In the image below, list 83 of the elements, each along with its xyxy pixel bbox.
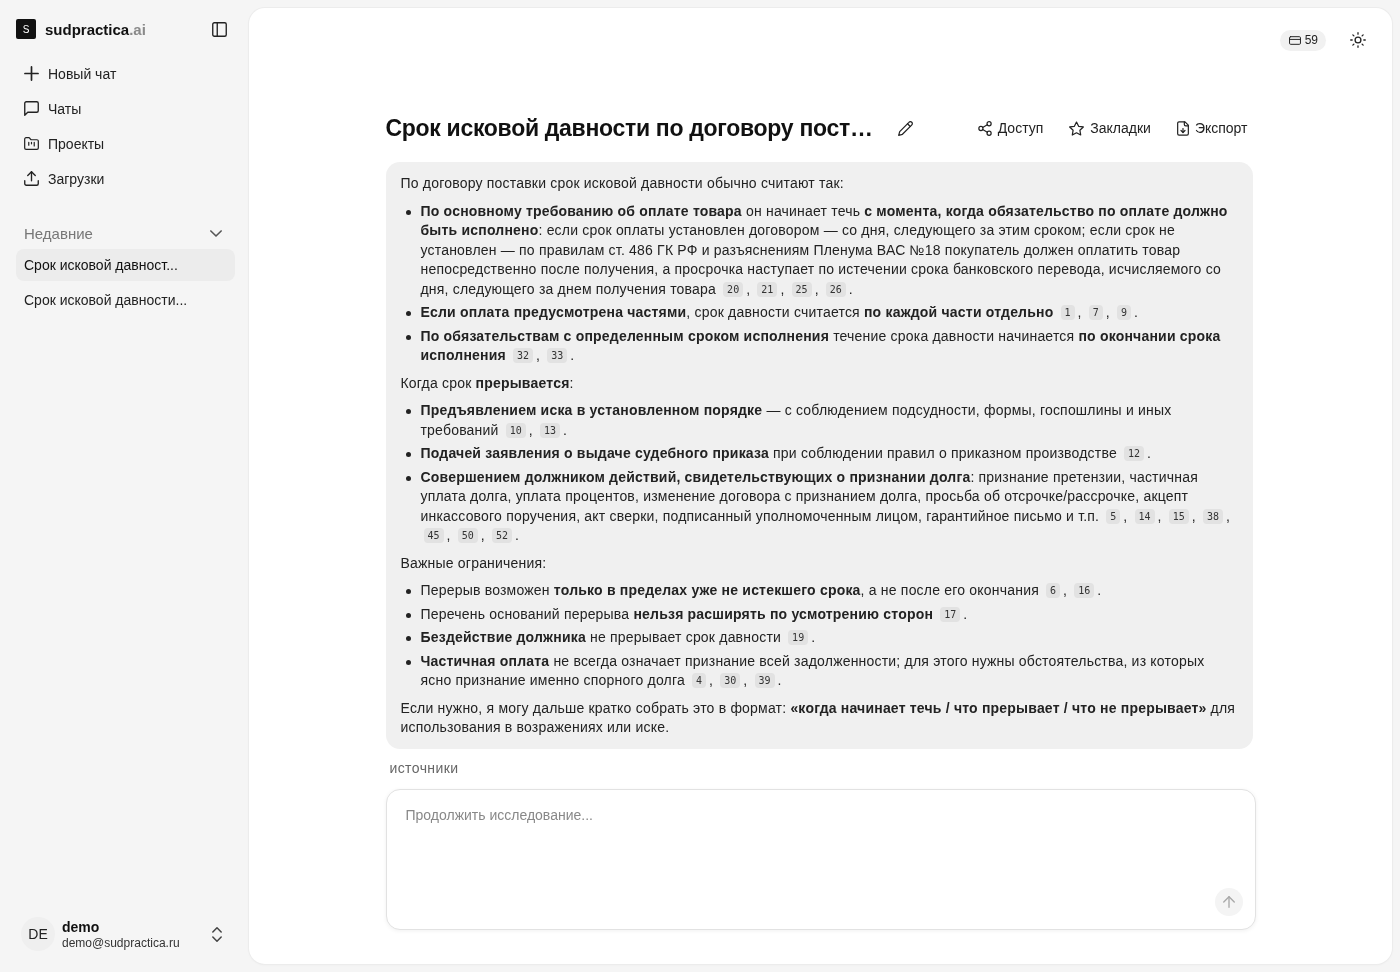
citation-link[interactable]: 7 bbox=[1088, 305, 1103, 320]
section-title: Недавние bbox=[24, 224, 93, 242]
action-button[interactable]: Доступ bbox=[971, 114, 1050, 142]
citation-link[interactable]: 13 bbox=[539, 422, 560, 438]
bullet-icon bbox=[405, 659, 411, 665]
citation-link[interactable]: 26 bbox=[825, 281, 846, 297]
folder-icon bbox=[24, 136, 39, 151]
citation-link[interactable]: 1 bbox=[1060, 305, 1075, 320]
message-input[interactable]: Продолжить исследование... bbox=[385, 788, 1256, 930]
list-item-text: Совершением должником действий, свидетельствующих о признании долга: признание претензии, частичная уплата долга, уплата процентов, изменение договора с признанием долга, просьба об отсрочке/рассрочке, акцепт инкассового поручения, акт сверки, подписанный уполномоченным лицом, гарантийное письмо и т.п. 5 , 14 , 15 , 38 , 45 , 50 , 52 . bbox=[420, 467, 1232, 545]
list-item-text: По обязательствам с определенным сроком исполнения течение срока давности начинается по окончании срока исполнения 32 , 33 . bbox=[420, 326, 1222, 365]
panel-icon bbox=[211, 21, 227, 37]
bullet-icon bbox=[405, 209, 411, 215]
file-arrow-down-icon bbox=[1176, 120, 1189, 136]
citation-link[interactable]: 33 bbox=[547, 348, 568, 363]
list-item-text: Перечень оснований перерыва нельзя расширять по усмотрению сторон 17 . bbox=[420, 604, 969, 624]
star-icon bbox=[1069, 120, 1085, 136]
sun-icon bbox=[1350, 32, 1366, 48]
citation-link[interactable]: 38 bbox=[1203, 508, 1224, 524]
logo-text: sudpractica.ai bbox=[45, 20, 146, 38]
list-item-text: Предъявлением иска в установленном порядке — с соблюдением подсудности, формы, госпошлины и иных требований 10 , 13 . bbox=[420, 401, 1173, 440]
citation-link[interactable]: 19 bbox=[788, 630, 809, 645]
citation-link[interactable]: 9 bbox=[1116, 305, 1131, 320]
nav-item[interactable]: Чаты bbox=[16, 91, 235, 126]
list-item-text: Подачей заявления о выдаче судебного приказа при соблюдении правил о приказном производстве 12 . bbox=[420, 444, 1153, 463]
citation-link[interactable]: 39 bbox=[754, 673, 775, 688]
citation-link[interactable]: 30 bbox=[720, 673, 741, 688]
list-item-text: Бездействие должника не прерывает срок давности 19 . bbox=[420, 628, 817, 647]
message-paragraph: Важные ограничения: bbox=[400, 553, 548, 573]
citation-link[interactable]: 5 bbox=[1106, 508, 1121, 524]
bullet-icon bbox=[405, 311, 411, 316]
arrow-up-icon bbox=[1222, 895, 1235, 908]
message-paragraph: Если нужно, я могу дальше кратко собрать это в формат: «когда начинает течь / что прерывает / что не прерывает» для использования в возражениях или иске. bbox=[400, 698, 1237, 737]
pencil-icon bbox=[898, 120, 914, 136]
list-item-text: Частичная оплата не всегда означает признание всей задолженности; для этого нужны обстоятельства, из которых ясно признание именно спорного долга 4 , 30 , 39 . bbox=[420, 651, 1206, 690]
bullet-icon bbox=[405, 636, 411, 641]
citation-link[interactable]: 20 bbox=[723, 281, 744, 297]
chat-history-item[interactable]: Срок исковой давности... bbox=[16, 284, 235, 316]
nav-item[interactable]: Проекты bbox=[16, 126, 235, 161]
nav-item[interactable]: Загрузки bbox=[16, 161, 235, 196]
logo-mark: S bbox=[16, 19, 36, 39]
citation-link[interactable]: 50 bbox=[457, 528, 478, 543]
plus-icon bbox=[24, 66, 39, 81]
share-icon bbox=[977, 120, 992, 136]
citation-link[interactable]: 17 bbox=[940, 606, 961, 622]
chevron-down-icon[interactable] bbox=[210, 229, 222, 237]
user-email: demo@sudpractica.ru bbox=[62, 935, 180, 950]
list-item-text: По основному требованию об оплате товара он начинает течь с момента, когда обязательство по оплате должно быть исполнено: если срок оплаты установлен договором — со дня, следующего за этим сроком; если срок не установлен — по правилам ст. 486 ГК РФ и разъяснениям Пленума ВАС №18 покупатель должен оплатить товар непосредственно после получения, а просрочка наступает по истечении срока банковского перевода, исчисляемого со дня, следующего за днем получения товара 20 , 21 , 25 , 26 . bbox=[420, 201, 1229, 299]
credits-badge: 59 bbox=[1279, 29, 1326, 51]
bullet-icon bbox=[405, 409, 411, 414]
citation-link[interactable]: 52 bbox=[491, 528, 512, 543]
citation-link[interactable]: 32 bbox=[513, 348, 534, 363]
nav-item[interactable]: Новый чат bbox=[16, 56, 235, 91]
user-name: demo bbox=[62, 918, 100, 935]
action-button[interactable]: Экспорт bbox=[1170, 114, 1254, 142]
citation-link[interactable]: 25 bbox=[791, 281, 812, 297]
citation-link[interactable]: 12 bbox=[1124, 446, 1145, 461]
chat-icon bbox=[24, 101, 39, 116]
list-item-text: Если оплата предусмотрена частями, срок давности считается по каждой части отдельно 1 , 7 , 9 . bbox=[420, 303, 1140, 322]
upload-icon bbox=[24, 171, 39, 186]
citation-link[interactable]: 6 bbox=[1046, 583, 1061, 598]
bullet-icon bbox=[405, 612, 411, 618]
message-paragraph: Когда срок прерывается: bbox=[400, 373, 575, 393]
list-item-text: Перерыв возможен только в пределах уже не истекшего срока, а не после его окончания 6 , 16 . bbox=[420, 581, 1103, 600]
citation-link[interactable]: 15 bbox=[1168, 508, 1189, 524]
chat-title: Срок исковой давности по договору пост… bbox=[385, 114, 873, 142]
citation-link[interactable]: 21 bbox=[757, 281, 778, 297]
citation-link[interactable]: 14 bbox=[1134, 508, 1155, 524]
citation-link[interactable]: 10 bbox=[505, 422, 526, 438]
sources-toggle[interactable]: источники bbox=[389, 758, 459, 778]
chevron-up-down-icon[interactable] bbox=[212, 926, 222, 942]
bullet-icon bbox=[405, 589, 411, 594]
user-avatar: DE bbox=[21, 917, 55, 951]
citation-link[interactable]: 45 bbox=[423, 528, 444, 543]
action-button[interactable]: Закладки bbox=[1063, 114, 1157, 142]
bullet-icon bbox=[405, 334, 411, 340]
bullet-icon bbox=[405, 452, 411, 457]
citation-link[interactable]: 4 bbox=[692, 673, 707, 688]
citation-link[interactable]: 16 bbox=[1074, 583, 1095, 598]
card-icon bbox=[1288, 35, 1301, 45]
bullet-icon bbox=[405, 475, 411, 481]
message-paragraph: По договору поставки срок исковой давности обычно считают так: bbox=[400, 174, 845, 193]
chat-history-item[interactable]: Срок исковой давност... bbox=[16, 249, 235, 281]
